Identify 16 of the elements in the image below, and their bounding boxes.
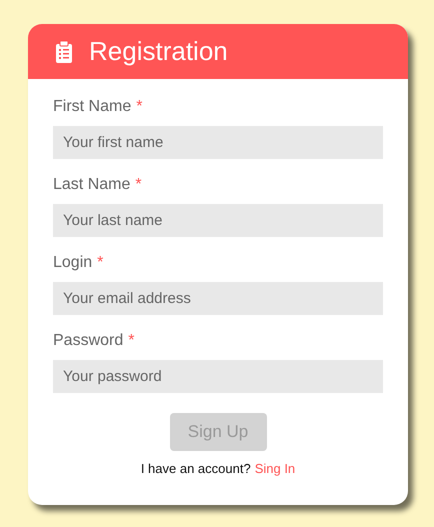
input-field[interactable]: Your last name (53, 204, 383, 237)
clipboard-icon (56, 40, 72, 62)
required-asterisk: * (135, 175, 142, 195)
sign-in-link[interactable]: Sing In (254, 461, 296, 476)
required-asterisk: * (136, 97, 142, 117)
field-label: Password (53, 331, 124, 351)
input-field[interactable]: Your password (53, 360, 383, 393)
field-label: First Name (53, 97, 132, 117)
required-asterisk: * (97, 253, 104, 273)
input-field[interactable]: Your first name (53, 126, 383, 159)
form-title: Registration (89, 36, 228, 67)
field-label: Login (53, 253, 92, 273)
required-asterisk: * (128, 331, 134, 351)
input-field[interactable]: Your email address (53, 282, 383, 315)
field-label: Last Name (53, 175, 130, 195)
account-prompt: I have an account? (140, 461, 251, 476)
